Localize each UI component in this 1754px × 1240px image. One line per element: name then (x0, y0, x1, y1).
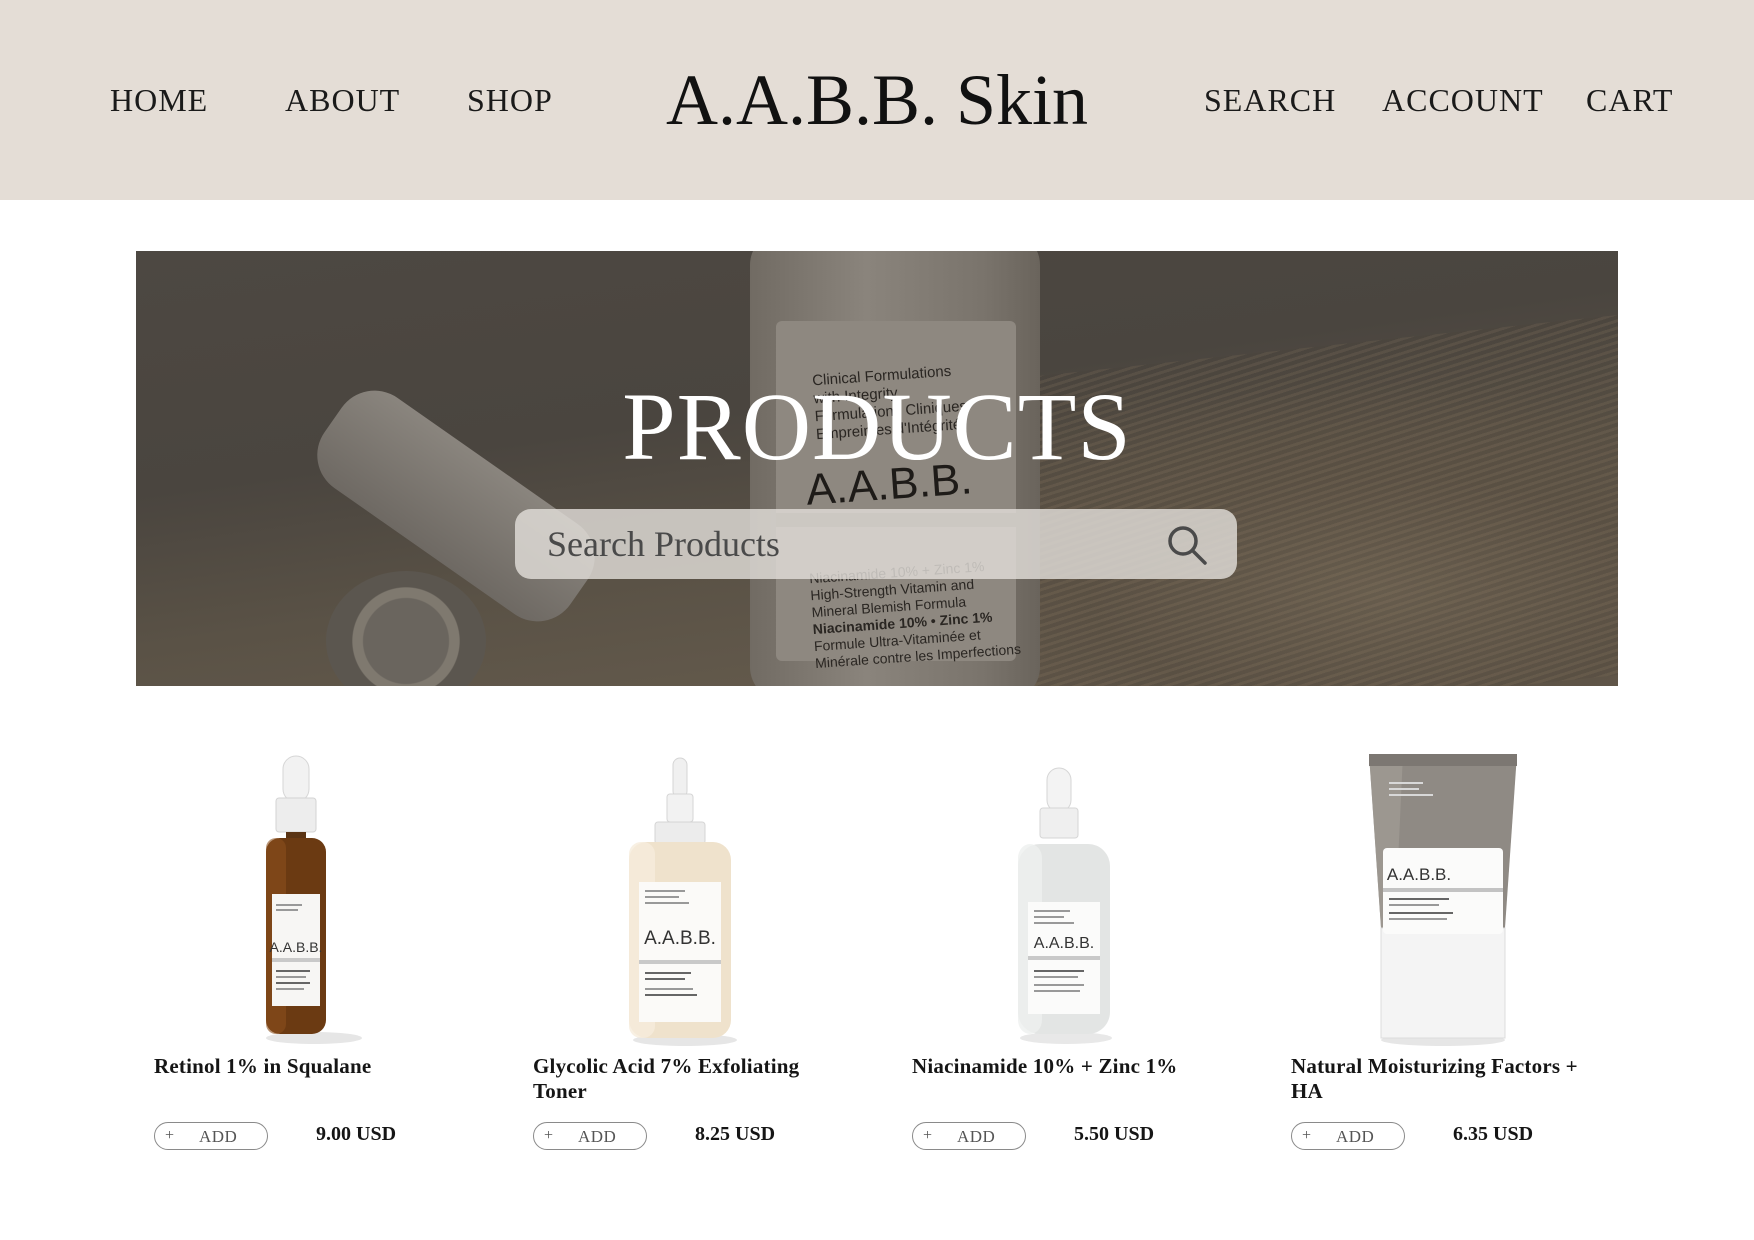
site-header: HOME ABOUT SHOP A.A.B.B. Skin SEARCH ACC… (0, 0, 1754, 200)
product-name[interactable]: Niacinamide 10% + Zinc 1% (912, 1054, 1212, 1079)
product-name-line: Natural Moisturizing Factors + (1291, 1054, 1578, 1078)
product-card: A.A.B.B. Glycolic Acid 7% Exfoliating To… (515, 748, 835, 1168)
search-bar (515, 509, 1237, 579)
product-name-line: Toner (533, 1079, 587, 1103)
product-price: 6.35 USD (1453, 1123, 1534, 1145)
product-name[interactable]: Retinol 1% in Squalane (154, 1054, 454, 1079)
product-label-brand: A.A.B.B. (270, 939, 323, 955)
product-label-brand: A.A.B.B. (1034, 935, 1094, 952)
nav-account-link[interactable]: ACCOUNT (1382, 80, 1544, 120)
product-name-line: HA (1291, 1079, 1323, 1103)
add-button-label: ADD (199, 1127, 238, 1146)
hero-dropper-cap-image (326, 571, 486, 686)
add-button-label: ADD (1336, 1127, 1375, 1146)
search-input[interactable] (547, 521, 1147, 567)
hero-banner: Clinical Formulations with Integrity For… (136, 251, 1618, 686)
plus-icon: + (923, 1127, 933, 1144)
product-label-brand: A.A.B.B. (1387, 865, 1451, 884)
add-button-label: ADD (957, 1127, 996, 1146)
brand-logo[interactable]: A.A.B.B. Skin (666, 60, 1088, 140)
add-to-cart-button[interactable]: + ADD (154, 1122, 268, 1150)
nav-about-link[interactable]: ABOUT (285, 80, 400, 120)
product-image-nmf[interactable]: A.A.B.B. (1273, 748, 1593, 1048)
product-name[interactable]: Natural Moisturizing Factors + HA (1291, 1054, 1591, 1104)
product-image-glycolic[interactable]: A.A.B.B. (515, 748, 835, 1048)
nav-shop-link[interactable]: SHOP (467, 80, 553, 120)
product-name-line: Niacinamide 10% + Zinc 1% (912, 1054, 1178, 1078)
product-price: 5.50 USD (1074, 1123, 1155, 1145)
search-icon[interactable] (1165, 523, 1209, 567)
product-card: A.A.B.B. Niacinamide 10% + Zinc 1% + ADD… (894, 748, 1214, 1168)
page-title: PRODUCTS (622, 373, 1132, 480)
product-label-brand: A.A.B.B. (644, 928, 716, 949)
nav-cart-link[interactable]: CART (1586, 80, 1673, 120)
product-name-line: Retinol 1% in Squalane (154, 1054, 372, 1078)
plus-icon: + (544, 1127, 554, 1144)
product-card: A.A.B.B. Natural Moisturizing Factors + … (1273, 748, 1593, 1168)
product-price: 9.00 USD (316, 1123, 397, 1145)
product-image-niacinamide[interactable]: A.A.B.B. (894, 748, 1214, 1048)
plus-icon: + (1302, 1127, 1312, 1144)
product-image-retinol[interactable]: A.A.B.B. (136, 748, 456, 1048)
product-name-line: Glycolic Acid 7% Exfoliating (533, 1054, 800, 1078)
add-to-cart-button[interactable]: + ADD (912, 1122, 1026, 1150)
add-button-label: ADD (578, 1127, 617, 1146)
plus-icon: + (165, 1127, 175, 1144)
add-to-cart-button[interactable]: + ADD (1291, 1122, 1405, 1150)
product-price: 8.25 USD (695, 1123, 776, 1145)
add-to-cart-button[interactable]: + ADD (533, 1122, 647, 1150)
product-card: A.A.B.B. Retinol 1% in Squalane + ADD 9.… (136, 748, 456, 1168)
nav-home-link[interactable]: HOME (110, 80, 208, 120)
product-name[interactable]: Glycolic Acid 7% Exfoliating Toner (533, 1054, 833, 1104)
nav-search-link[interactable]: SEARCH (1204, 80, 1336, 120)
